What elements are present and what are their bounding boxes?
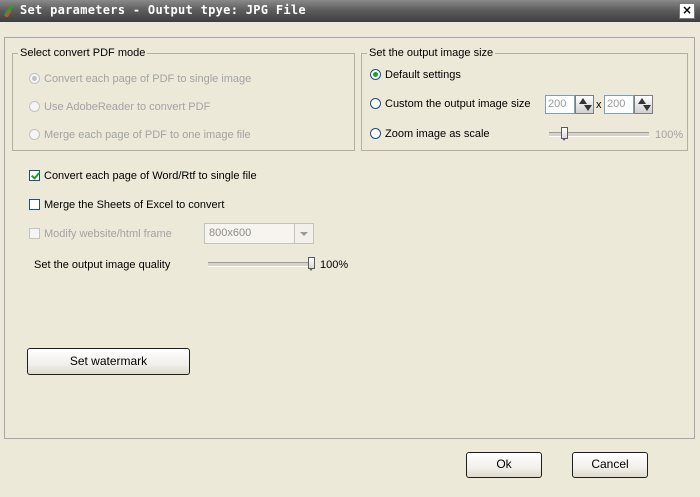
image-size-group: Set the output image size Default settin… <box>361 47 688 151</box>
chevron-down-icon[interactable] <box>294 224 313 243</box>
zoom-scale-radio[interactable]: Zoom image as scale <box>370 128 490 141</box>
close-button[interactable]: × <box>679 3 695 19</box>
pdf-mode-group: Select convert PDF mode Convert each pag… <box>12 47 355 151</box>
radio-icon <box>370 98 381 109</box>
checkbox-icon <box>29 199 40 210</box>
frame-size-select[interactable]: 800x600 <box>204 223 314 244</box>
radio-icon <box>29 129 40 140</box>
pdf-mode-option-merge[interactable]: Merge each page of PDF to one image file <box>29 129 251 142</box>
radio-icon <box>29 101 40 112</box>
checkbox-icon <box>29 170 40 181</box>
app-icon <box>4 5 16 17</box>
quality-label: Set the output image quality <box>34 259 171 271</box>
quality-slider-thumb[interactable] <box>308 257 315 271</box>
radio-icon <box>370 69 381 80</box>
width-input[interactable]: 200 <box>545 95 575 114</box>
size-separator: x <box>596 99 602 111</box>
settings-panel: Select convert PDF mode Convert each pag… <box>4 37 695 439</box>
height-spin-button[interactable] <box>634 95 653 114</box>
checkbox-icon <box>29 228 40 239</box>
excel-checkbox[interactable]: Merge the Sheets of Excel to convert <box>29 199 224 212</box>
close-icon: × <box>681 3 693 17</box>
set-watermark-button[interactable]: Set watermark <box>27 348 190 375</box>
pdf-mode-option-single[interactable]: Convert each page of PDF to single image <box>29 73 251 86</box>
height-input[interactable]: 200 <box>604 95 634 114</box>
quality-slider-track[interactable] <box>208 262 312 267</box>
cancel-button[interactable]: Cancel <box>572 452 648 478</box>
zoom-slider-thumb[interactable] <box>561 127 568 141</box>
width-spin-button[interactable] <box>575 95 594 114</box>
ok-button[interactable]: Ok <box>466 452 542 478</box>
website-frame-checkbox[interactable]: Modify website/html frame <box>29 228 172 241</box>
zoom-percent: 100% <box>655 129 684 141</box>
title-bar[interactable]: Set parameters - Output tpye: JPG File × <box>0 0 700 22</box>
word-checkbox[interactable]: Convert each page of Word/Rtf to single … <box>29 170 257 183</box>
pdf-mode-legend: Select convert PDF mode <box>18 47 148 60</box>
default-settings-radio[interactable]: Default settings <box>370 69 461 82</box>
quality-percent: 100% <box>320 259 349 271</box>
image-size-legend: Set the output image size <box>367 47 496 60</box>
radio-icon <box>29 73 40 84</box>
window-title: Set parameters - Output tpye: JPG File <box>20 3 306 17</box>
radio-icon <box>370 128 381 139</box>
custom-size-radio[interactable]: Custom the output image size <box>370 98 531 111</box>
pdf-mode-option-adobe[interactable]: Use AdobeReader to convert PDF <box>29 101 210 114</box>
